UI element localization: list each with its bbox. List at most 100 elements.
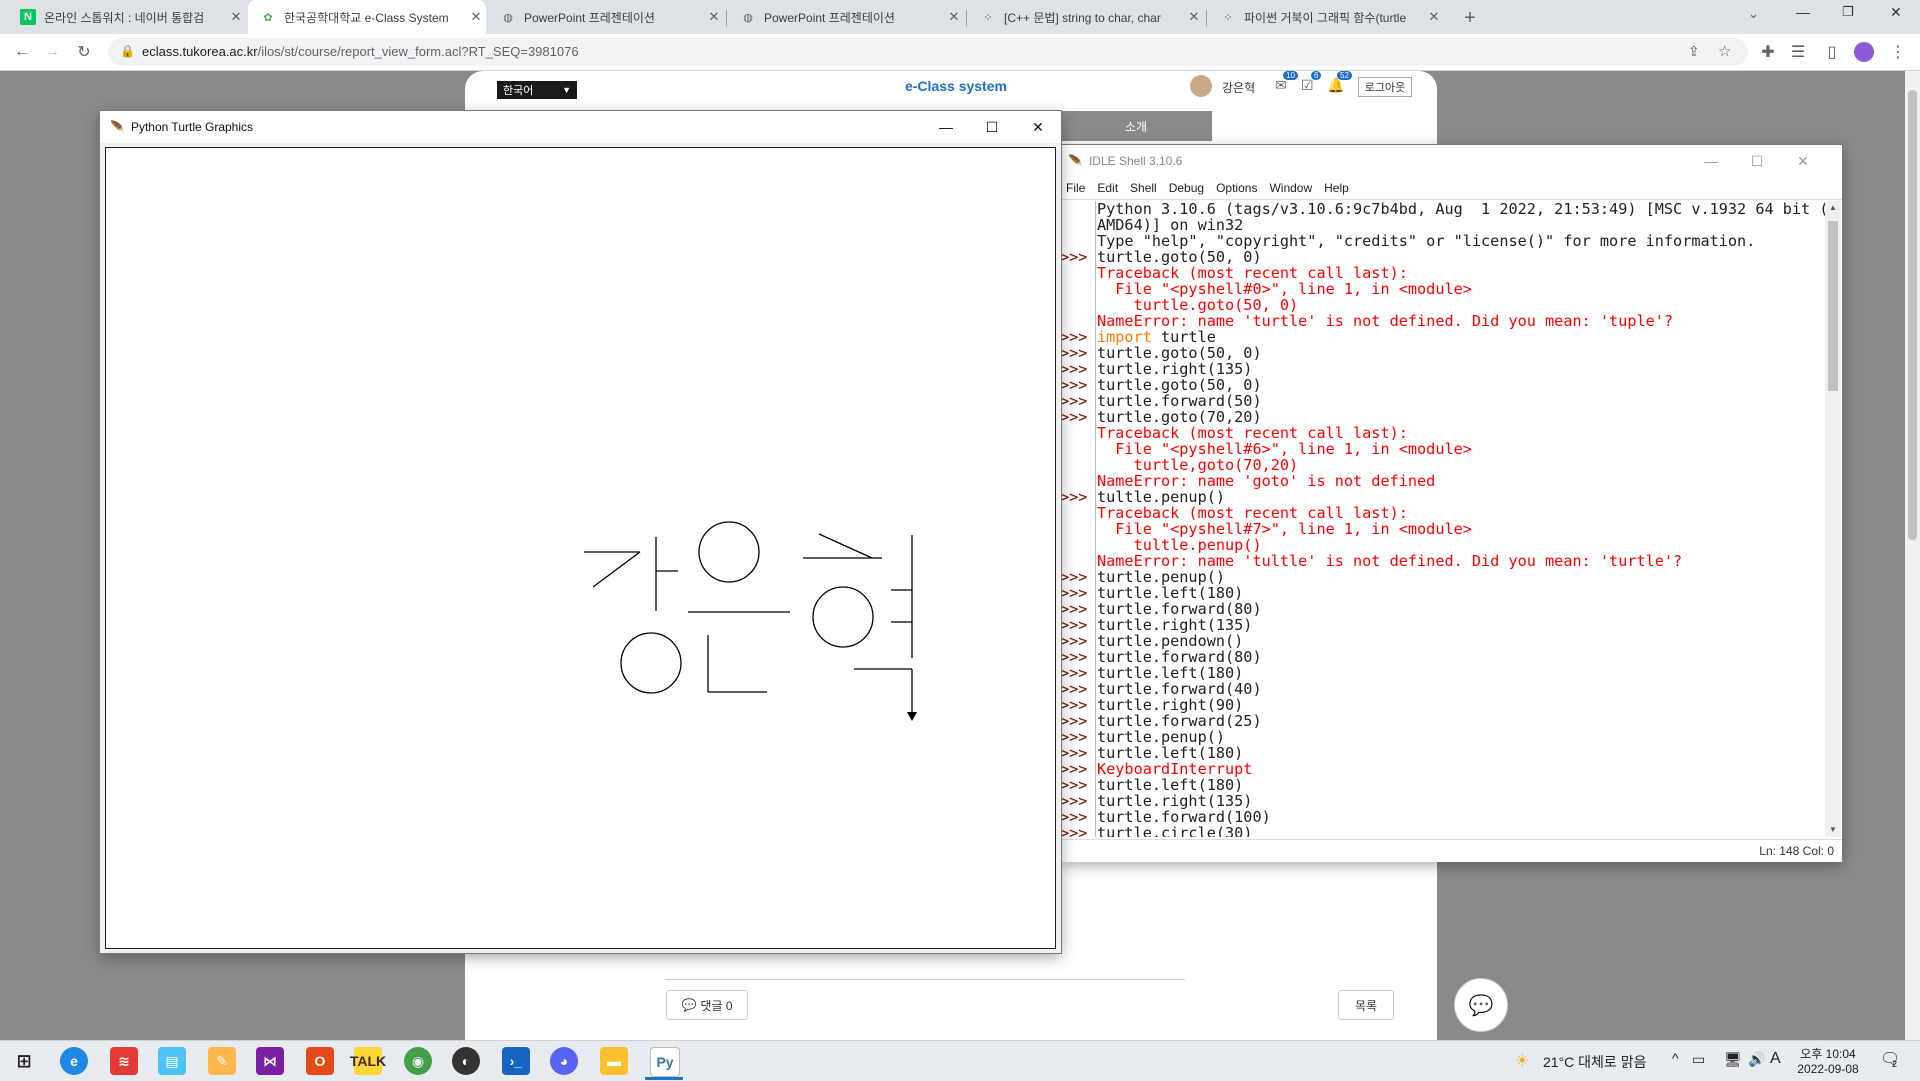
more-menu-icon[interactable]: ⋮ [1886,40,1910,64]
bookmark-star-icon[interactable]: ☆ [1718,42,1731,60]
profile-avatar-icon[interactable] [1852,40,1876,64]
shell-line: turtle.left(180) [1097,744,1244,762]
scroll-down-icon[interactable]: ▼ [1829,825,1837,834]
tray-chevron-icon[interactable]: ^ [1672,1050,1679,1066]
turtle-titlebar[interactable]: 🪶 Python Turtle Graphics — ☐ ✕ [100,111,1061,143]
chat-bubble-button[interactable]: 💬 [1454,978,1508,1032]
shell-prompt: >>> [1060,584,1088,602]
shell-prompt: >>> [1060,728,1088,746]
notepad-icon[interactable]: ▤ [158,1047,186,1075]
weather-icon: ☀ [1515,1053,1530,1070]
side-panel-icon[interactable]: ▯ [1820,40,1844,64]
network-icon[interactable]: 🖥 [1724,1051,1742,1068]
tray-app-icon[interactable]: ▭ [1692,1051,1705,1068]
tab-ppt-2[interactable]: ◍ PowerPoint 프레젠테이션 ✕ [728,0,964,34]
list-button[interactable]: 목록 [1338,990,1394,1020]
comment-button[interactable]: 💬 댓글 0 [666,990,748,1020]
shell-prompt: >>> [1060,744,1088,762]
language-select[interactable]: 한국어 ▼ [497,81,577,99]
extensions-icon[interactable]: ✚ [1756,40,1780,64]
tab-naver-stopwatch[interactable]: N 온라인 스톱워치 : 네이버 통합검 ✕ [8,0,246,34]
menu-options[interactable]: Options [1210,181,1263,195]
python-icon[interactable]: Py [650,1047,680,1077]
app-icon[interactable]: ≋ [110,1047,138,1075]
idle-close-button[interactable]: ✕ [1780,145,1826,177]
turtle-maximize-button[interactable]: ☐ [969,111,1015,143]
paint-icon[interactable]: ✎ [208,1047,236,1075]
shell-prompt [1060,313,1096,329]
edge-icon[interactable]: e [60,1047,88,1075]
turtle-minimize-button[interactable]: — [923,111,969,143]
turtle-close-button[interactable]: ✕ [1015,111,1061,143]
windows-start-icon[interactable]: ⊞ [10,1047,38,1075]
kakaotalk-icon[interactable]: TALK [350,1047,386,1075]
tab-cpp-string[interactable]: ⁘ [C++ 문법] string to char, char ✕ [968,0,1204,34]
close-window-icon[interactable]: ✕ [1890,4,1902,21]
shell-line: AMD64)] on win32 [1097,216,1244,234]
forward-icon[interactable]: → [40,40,64,64]
powershell-icon[interactable]: ›_ [502,1047,530,1075]
close-icon[interactable]: ✕ [226,9,246,25]
shell-line: Traceback (most recent call last): [1097,504,1408,522]
close-icon[interactable]: ✕ [944,9,964,25]
close-icon[interactable]: ✕ [704,9,724,25]
prompt-gutter: >>> >>> >>> >>> >>> >>> >>> >>> >>> >>> >>> >>> >… [1060,201,1096,837]
clock[interactable]: 오후 10:04 2022-09-08 [1796,1045,1860,1076]
volume-icon[interactable]: 🔊 [1748,1051,1765,1068]
shell-prompt: >>> [1060,248,1088,266]
tab-turtle-functions[interactable]: ⁘ 파이썬 거북이 그래픽 함수(turtle ✕ [1208,0,1444,34]
back-icon[interactable]: ← [10,40,34,64]
obs-icon[interactable]: ◐ [452,1047,480,1075]
comment-label: 댓글 0 [700,998,733,1013]
idle-scrollbar-thumb[interactable] [1828,221,1838,391]
shell-prompt: >>> [1060,776,1088,794]
idle-scrollbar[interactable]: ▲ ▼ [1825,201,1841,837]
todo-icon[interactable]: ☑ [1301,77,1314,94]
tab-eclass[interactable]: ✿ 한국공학대학교 e-Class System ✕ [248,0,486,34]
python-feather-icon: 🪶 [1068,154,1083,168]
shell-prompt: >>> [1060,664,1088,682]
discord-icon[interactable]: ◕ [550,1047,578,1075]
menu-help[interactable]: Help [1318,181,1355,195]
idle-maximize-button[interactable]: ☐ [1734,145,1780,177]
chrome-icon[interactable]: ◉ [404,1047,432,1075]
notification-icon[interactable]: 🗨 [1880,1049,1900,1069]
todo-badge: 6 [1311,71,1322,80]
ime-indicator[interactable]: A [1770,1050,1781,1068]
menu-window[interactable]: Window [1263,181,1318,195]
close-icon[interactable]: ✕ [1424,9,1444,25]
close-icon[interactable]: ✕ [1184,9,1204,25]
user-name[interactable]: 강은혁 [1222,79,1255,96]
new-tab-button[interactable]: + [1456,4,1484,32]
menu-file[interactable]: File [1060,181,1091,195]
nav-intro[interactable]: 소개 [1060,111,1212,141]
turtle-canvas[interactable] [105,147,1056,949]
address-bar[interactable]: 🔒 eclass.tukorea.ac.kr/ilos/st/course/re… [108,38,1748,66]
office-icon[interactable]: O [306,1047,334,1075]
scroll-up-icon[interactable]: ▲ [1829,203,1837,212]
shell-prompt: >>> [1060,600,1088,618]
restore-icon[interactable]: ❐ [1842,4,1854,20]
shell-line: turtle.circle(30) [1097,824,1253,837]
shell-output[interactable]: Python 3.10.6 (tags/v3.10.6:9c7b4bd, Aug… [1097,201,1887,837]
menu-debug[interactable]: Debug [1163,181,1210,195]
weather-text[interactable]: 21°C 대체로 맑음 [1543,1052,1646,1072]
logout-button[interactable]: 로그아웃 [1358,77,1412,97]
reading-list-icon[interactable]: ☰ [1786,40,1810,64]
file-explorer-icon[interactable]: ▬ [600,1047,628,1075]
tab-ppt-1[interactable]: ◍ PowerPoint 프레젠테이션 ✕ [488,0,724,34]
idle-titlebar[interactable]: 🪶 IDLE Shell 3.10.6 — ☐ ✕ [1060,145,1842,177]
idle-minimize-button[interactable]: — [1688,145,1734,177]
share-icon[interactable]: ⇪ [1688,43,1700,60]
visual-studio-icon[interactable]: ⋈ [256,1047,284,1075]
eclass-logo[interactable]: e-Class system [905,78,1007,94]
minimize-icon[interactable]: — [1796,4,1810,20]
page-scrollbar-thumb[interactable] [1908,90,1917,540]
close-icon[interactable]: ✕ [466,9,486,25]
tab-title: PowerPoint 프레젠테이션 [524,10,655,25]
tab-search-icon[interactable]: ⌄ [1748,6,1759,22]
reload-icon[interactable]: ↻ [72,40,96,64]
tab-title: [C++ 문법] string to char, char [1004,10,1161,25]
menu-edit[interactable]: Edit [1091,181,1124,195]
menu-shell[interactable]: Shell [1124,181,1163,195]
